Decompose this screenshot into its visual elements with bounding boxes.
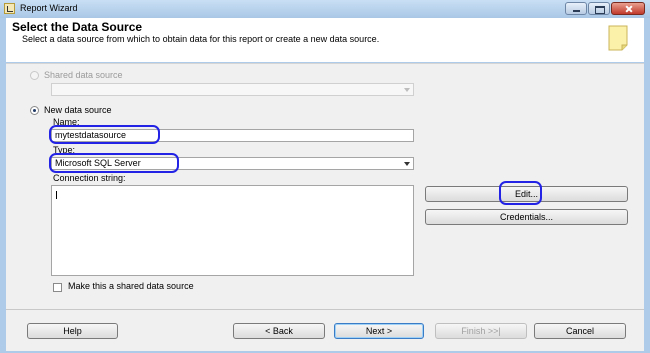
- wizard-content: Shared data source New data source Name:…: [6, 63, 644, 310]
- back-button[interactable]: < Back: [233, 323, 325, 339]
- wizard-footer: Help < Back Next > Finish >>| Cancel: [6, 309, 644, 351]
- dropdown-arrow-icon: [404, 162, 410, 166]
- shared-data-source-select[interactable]: [51, 83, 414, 96]
- edit-annotation: [499, 181, 542, 205]
- window-title: Report Wizard: [20, 3, 78, 13]
- new-data-source-label: New data source: [44, 105, 112, 115]
- name-annotation: [49, 125, 160, 144]
- title-bar: Report Wizard: [0, 0, 650, 18]
- help-button[interactable]: Help: [27, 323, 118, 339]
- new-data-source-radio[interactable]: [30, 106, 39, 115]
- finish-button[interactable]: Finish >>|: [435, 323, 527, 339]
- wizard-header: Select the Data Source Select a data sou…: [6, 18, 644, 62]
- type-annotation: [49, 153, 179, 173]
- text-cursor: [56, 191, 57, 199]
- make-shared-checkbox[interactable]: [53, 283, 62, 292]
- page-title: Select the Data Source: [12, 20, 143, 34]
- connection-string-label: Connection string:: [53, 173, 126, 183]
- dropdown-arrow-icon: [404, 88, 410, 92]
- page-subtitle: Select a data source from which to obtai…: [22, 34, 380, 44]
- shared-data-source-radio[interactable]: [30, 71, 39, 80]
- next-button[interactable]: Next >: [334, 323, 424, 339]
- cancel-button[interactable]: Cancel: [534, 323, 626, 339]
- credentials-button[interactable]: Credentials...: [425, 209, 628, 225]
- app-icon: [4, 3, 15, 14]
- report-wizard-window: Report Wizard Select the Data Source Sel…: [0, 0, 650, 353]
- close-icon[interactable]: [611, 2, 645, 15]
- minimize-icon[interactable]: [565, 2, 587, 15]
- make-shared-label: Make this a shared data source: [68, 281, 194, 291]
- document-icon: [608, 25, 628, 51]
- connection-string-input[interactable]: [51, 185, 414, 276]
- maximize-icon[interactable]: [588, 2, 610, 15]
- shared-data-source-label: Shared data source: [44, 70, 123, 80]
